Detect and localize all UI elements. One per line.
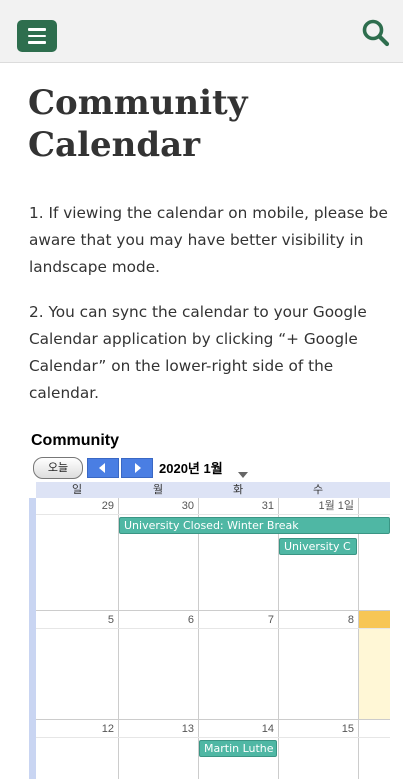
date-cell[interactable]: 31	[198, 499, 278, 513]
page-title: Community Calendar	[28, 82, 388, 166]
date-cell[interactable]: 13	[118, 722, 198, 736]
view-dropdown[interactable]	[238, 463, 248, 482]
page-title-line1: Community	[28, 83, 248, 123]
calendar-title: Community	[31, 432, 119, 449]
menu-line	[28, 34, 46, 38]
search-icon	[362, 19, 390, 47]
date-cell[interactable]: 1월 1일	[278, 499, 358, 513]
date-range-label: 2020년 1월	[159, 461, 223, 476]
date-cell[interactable]: 6	[118, 613, 198, 627]
date-cell[interactable]: 12	[36, 722, 118, 736]
grid-hline	[36, 719, 390, 720]
date-cell[interactable]: 7	[198, 613, 278, 627]
day-header-tue: 화	[198, 482, 278, 498]
hamburger-menu-button[interactable]	[17, 20, 57, 52]
date-cell[interactable]: 29	[36, 499, 118, 513]
day-header-mon: 월	[118, 482, 198, 498]
grid-hline	[36, 610, 390, 611]
instruction-paragraph-1: 1. If viewing the calendar on mobile, pl…	[29, 204, 388, 276]
date-cell[interactable]: 15	[278, 722, 358, 736]
menu-line	[28, 41, 46, 44]
today-button[interactable]: 오늘	[33, 457, 83, 479]
caret-down-icon	[238, 472, 248, 478]
chevron-right-icon	[135, 463, 141, 473]
date-cell[interactable]: 30	[118, 499, 198, 513]
grid-hline	[36, 628, 390, 629]
event-university-closed[interactable]: University C	[279, 538, 357, 555]
day-header-wed: 수	[278, 482, 358, 498]
page-title-line2: Calendar	[28, 125, 201, 165]
today-header-highlight	[358, 610, 390, 628]
month-grid: 일 월 화 수 29 30 31 1월 1일 5 6 7 8 12 13 14 …	[29, 482, 390, 779]
event-winter-break[interactable]: University Closed: Winter Break	[119, 517, 390, 534]
menu-line	[28, 28, 46, 31]
date-cell[interactable]: 14	[198, 722, 278, 736]
embedded-calendar: Community 오늘 2020년 1월 일 월 화 수 29 30 31 1…	[29, 432, 390, 779]
prev-month-button[interactable]	[87, 458, 119, 478]
top-bar	[0, 0, 403, 63]
grid-hline	[36, 737, 390, 738]
today-cell-highlight	[358, 628, 390, 719]
calendar-left-strip	[29, 498, 36, 779]
search-button[interactable]	[359, 16, 393, 50]
event-martin-luther[interactable]: Martin Luthe	[199, 740, 277, 757]
date-cell[interactable]: 8	[278, 613, 358, 627]
date-cell[interactable]: 5	[36, 613, 118, 627]
day-header-thu	[358, 482, 390, 498]
instruction-paragraph-2: 2. You can sync the calendar to your Goo…	[29, 303, 367, 402]
grid-hline	[36, 514, 390, 515]
next-month-button[interactable]	[121, 458, 153, 478]
chevron-left-icon	[99, 463, 105, 473]
day-header-sun: 일	[36, 482, 118, 498]
